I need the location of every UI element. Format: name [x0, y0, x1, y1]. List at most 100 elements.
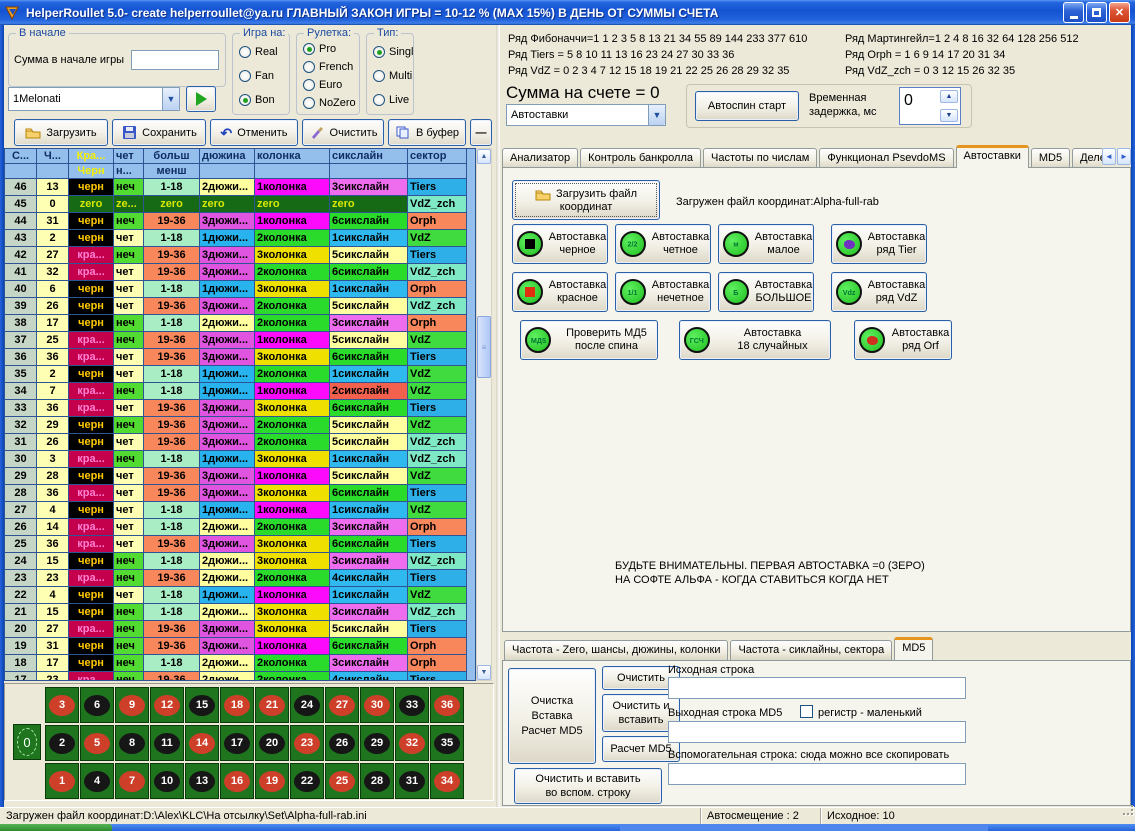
mode-combo[interactable]: Автоставки ▼ [506, 104, 666, 126]
board-number-22[interactable]: 22 [290, 763, 324, 799]
table-row[interactable]: 4227кра...неч19-363дюжи...3колонка5сиксл… [5, 247, 475, 264]
autostake-odd-button[interactable]: 1/1Автоставканечетное [615, 272, 711, 312]
radio-option-live[interactable]: Live [373, 94, 409, 106]
spinner-down-icon[interactable]: ▼ [940, 109, 958, 122]
board-number-11[interactable]: 11 [150, 725, 184, 761]
board-number-23[interactable]: 23 [290, 725, 324, 761]
radio-option-pro[interactable]: Pro [303, 43, 355, 55]
main-tab-7[interactable]: Делени [1072, 148, 1102, 168]
header-cell[interactable] [37, 164, 69, 179]
start-button[interactable] [0, 824, 112, 831]
header-cell[interactable]: Кра... [69, 149, 114, 164]
table-row[interactable]: 4132кра...чет19-363дюжи...2колонка6сиксл… [5, 264, 475, 281]
autostake-red-button[interactable]: Автоставкакрасное [512, 272, 608, 312]
board-number-13[interactable]: 13 [185, 763, 219, 799]
table-row[interactable]: 2836кра...чет19-363дюжи...3колонка6сиксл… [5, 485, 475, 502]
main-tab-4[interactable]: Функционал PsevdoMS [819, 148, 953, 168]
aux-string-input[interactable] [668, 763, 966, 785]
radio-option-french[interactable]: French [303, 61, 355, 73]
board-number-32[interactable]: 32 [395, 725, 429, 761]
resize-grip[interactable] [1123, 805, 1133, 815]
board-number-30[interactable]: 30 [360, 687, 394, 723]
table-row[interactable]: 3817черннеч1-182дюжи...2колонка3сикслайн… [5, 315, 475, 332]
md5-clear-paste-aux-button[interactable]: Очистить и вставить во вспом. строку [514, 768, 662, 804]
board-number-4[interactable]: 4 [80, 763, 114, 799]
autostake-black-button[interactable]: Автоставкачерное [512, 224, 608, 264]
chevron-down-icon[interactable]: ▼ [162, 88, 179, 110]
board-number-21[interactable]: 21 [255, 687, 289, 723]
header-cell[interactable]: сикслайн [330, 149, 408, 164]
board-number-14[interactable]: 14 [185, 725, 219, 761]
clear-button[interactable]: Очистить [302, 119, 384, 146]
board-number-26[interactable]: 26 [325, 725, 359, 761]
scroll-up-icon[interactable]: ▲ [477, 149, 491, 164]
save-button[interactable]: Сохранить [112, 119, 206, 146]
tab-scroll-left-icon[interactable]: ◄ [1102, 148, 1116, 165]
minimize-button[interactable] [1063, 2, 1084, 23]
table-row[interactable]: 4431черннеч19-363дюжи...1колонка6сикслай… [5, 213, 475, 230]
table-row[interactable]: 432чернчет1-181дюжи...2колонка1сикслайнV… [5, 230, 475, 247]
undo-button[interactable]: ↶ Отменить [210, 119, 298, 146]
load-button[interactable]: Загрузить [14, 119, 108, 146]
header-cell[interactable] [330, 164, 408, 179]
radio-option-bon[interactable]: Bon [239, 94, 285, 106]
table-row[interactable]: 2614кра...чет1-182дюжи...2колонка3сиксла… [5, 519, 475, 536]
table-scrollbar[interactable]: ▲ ≡ ▼ [476, 148, 492, 681]
header-cell[interactable]: Черн [69, 164, 114, 179]
table-row[interactable]: 406чернчет1-181дюжи...3колонка1сикслайнO… [5, 281, 475, 298]
table-row[interactable]: 1931черннеч19-363дюжи...1колонка6сикслай… [5, 638, 475, 655]
copy-buffer-button[interactable]: В буфер [388, 119, 466, 146]
board-number-36[interactable]: 36 [430, 687, 464, 723]
header-cell[interactable]: чет [114, 149, 144, 164]
board-number-33[interactable]: 33 [395, 687, 429, 723]
board-number-28[interactable]: 28 [360, 763, 394, 799]
radio-option-nozero[interactable]: NoZero [303, 97, 355, 109]
register-checkbox[interactable] [800, 705, 813, 718]
table-row[interactable]: 1723кра...неч19-362дюжи...2колонка4сиксл… [5, 672, 475, 681]
table-row[interactable]: 303кра...неч1-181дюжи...3колонка1сикслай… [5, 451, 475, 468]
table-row[interactable]: 2415черннеч1-182дюжи...3колонка3сикслайн… [5, 553, 475, 570]
board-number-25[interactable]: 25 [325, 763, 359, 799]
start-sum-input[interactable] [131, 50, 219, 70]
header-cell[interactable]: сектор [408, 149, 467, 164]
clear-paste-calc-md5-button[interactable]: Очистка Вставка Расчет MD5 [508, 668, 596, 764]
autostake-even-button[interactable]: 2/2Автоставкачетное [615, 224, 711, 264]
board-number-3[interactable]: 3 [45, 687, 79, 723]
spinner-up-icon[interactable]: ▲ [940, 90, 958, 103]
table-row[interactable]: 274чернчет1-181дюжи...1колонка1сикслайнV… [5, 502, 475, 519]
main-tab-2[interactable]: Контроль банкролла [580, 148, 701, 168]
header-cell[interactable]: дюжина [200, 149, 255, 164]
board-number-2[interactable]: 2 [45, 725, 79, 761]
radio-option-real[interactable]: Real [239, 46, 285, 58]
table-row[interactable]: 3636кра...чет19-363дюжи...3колонка6сиксл… [5, 349, 475, 366]
table-row[interactable]: 1817черннеч1-182дюжи...2колонка3сикслайн… [5, 655, 475, 672]
autostake-small-button[interactable]: мАвтоставкамалое [718, 224, 814, 264]
bottom-tab-2[interactable]: Частота - сиклайны, сектора [730, 640, 892, 660]
header-cell[interactable]: н... [114, 164, 144, 179]
table-row[interactable]: 3126чернчет19-363дюжи...2колонка5сикслай… [5, 434, 475, 451]
board-number-17[interactable]: 17 [220, 725, 254, 761]
table-row[interactable]: 2115черннеч1-182дюжи...3колонка3сикслайн… [5, 604, 475, 621]
table-row[interactable]: 3725кра...неч19-363дюжи...1колонка5сиксл… [5, 332, 475, 349]
board-number-7[interactable]: 7 [115, 763, 149, 799]
table-row[interactable]: 2323кра...неч19-362дюжи...2колонка4сиксл… [5, 570, 475, 587]
board-number-1[interactable]: 1 [45, 763, 79, 799]
board-number-19[interactable]: 19 [255, 763, 289, 799]
title-bar[interactable]: HelperRoullet 5.0- create helperroullet@… [0, 0, 1135, 25]
radio-option-fan[interactable]: Fan [239, 70, 285, 82]
board-number-31[interactable]: 31 [395, 763, 429, 799]
board-number-18[interactable]: 18 [220, 687, 254, 723]
table-row[interactable]: 347кра...неч1-181дюжи...1колонка2сикслай… [5, 383, 475, 400]
board-number-34[interactable]: 34 [430, 763, 464, 799]
taskbar-active-window-button[interactable] [620, 824, 988, 831]
board-number-35[interactable]: 35 [430, 725, 464, 761]
scrollbar-thumb[interactable]: ≡ [477, 316, 491, 378]
header-cell[interactable] [255, 164, 330, 179]
main-tab-1[interactable]: Анализатор [502, 148, 578, 168]
radio-option-singl[interactable]: Singl [373, 46, 409, 58]
header-cell[interactable]: Ч... [37, 149, 69, 164]
delay-spinner[interactable]: 0 ▲ ▼ [899, 87, 961, 125]
table-row[interactable]: 2027кра...неч19-363дюжи...3колонка5сиксл… [5, 621, 475, 638]
table-row[interactable]: 2536кра...чет19-363дюжи...3колонка6сиксл… [5, 536, 475, 553]
autostake-18-random-button[interactable]: ГСЧАвтоставка18 случайных [679, 320, 831, 360]
